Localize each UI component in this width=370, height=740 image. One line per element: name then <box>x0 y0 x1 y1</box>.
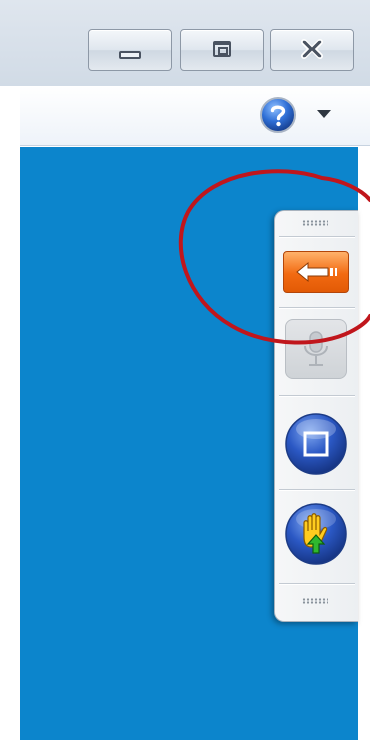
close-button[interactable] <box>270 29 354 71</box>
panel-grip-top[interactable] <box>302 220 328 226</box>
microphone-button[interactable] <box>285 319 347 379</box>
panel-divider <box>279 583 355 584</box>
toolbar <box>20 86 370 146</box>
panel-grip-bottom[interactable] <box>302 598 328 604</box>
window-right-edge <box>358 147 370 740</box>
back-arrow-icon <box>296 261 337 283</box>
panel-divider <box>279 236 355 237</box>
close-icon <box>301 39 323 59</box>
microphone-icon <box>304 331 328 366</box>
minimize-icon <box>119 51 141 59</box>
panel-divider <box>279 307 355 308</box>
chevron-down-icon[interactable] <box>317 110 331 118</box>
help-icon[interactable] <box>259 96 297 134</box>
title-bar <box>0 0 370 86</box>
raise-hand-button[interactable] <box>283 501 349 567</box>
maximize-icon <box>213 41 231 57</box>
floating-tool-panel <box>274 210 358 622</box>
maximize-button[interactable] <box>180 29 264 71</box>
window-left-edge <box>0 86 20 740</box>
stop-button[interactable] <box>283 411 349 477</box>
panel-divider <box>279 489 355 490</box>
minimize-button[interactable] <box>88 29 172 71</box>
back-arrow-button[interactable] <box>283 251 349 293</box>
panel-divider <box>279 395 355 396</box>
